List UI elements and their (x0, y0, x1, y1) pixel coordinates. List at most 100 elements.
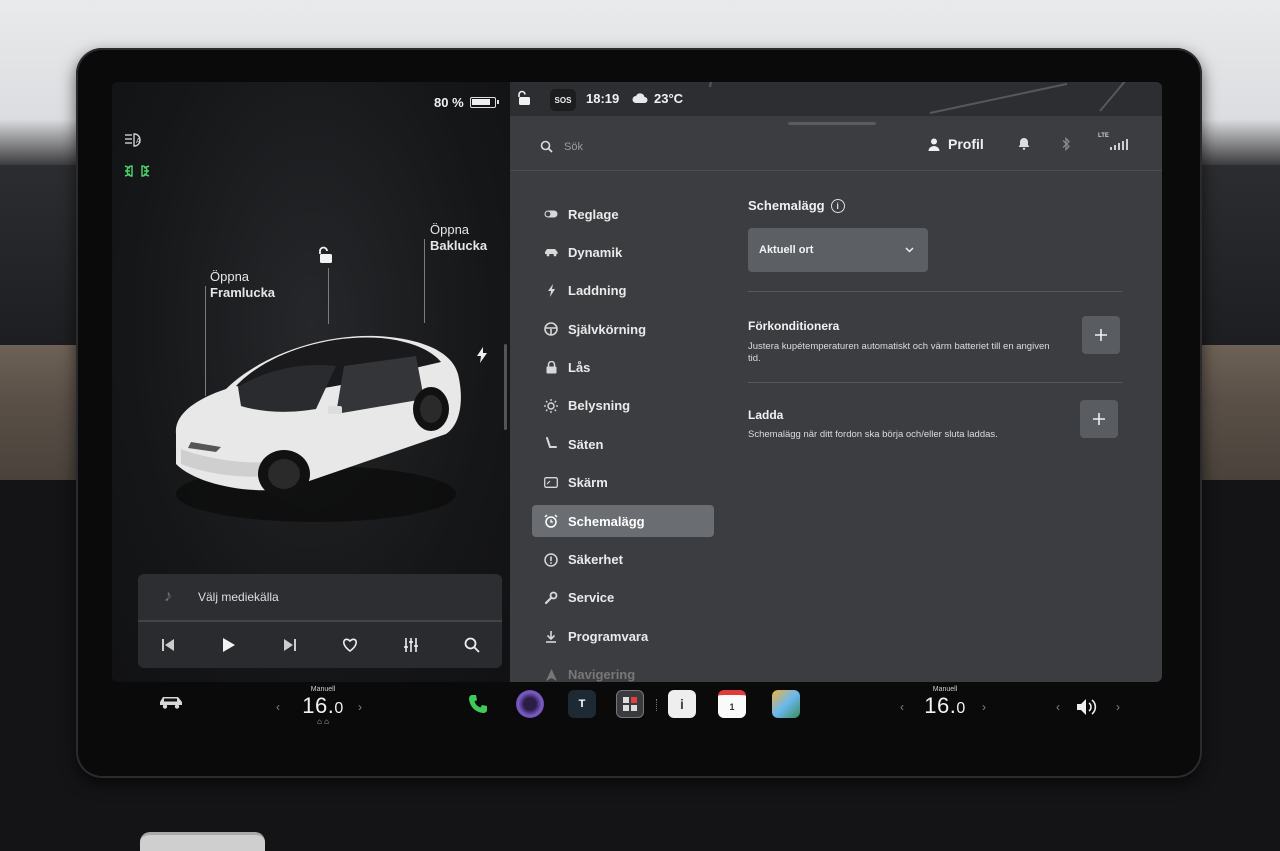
dock-separator (656, 699, 658, 711)
steering-wheel-icon (542, 322, 560, 336)
music-note-icon: ♪ (164, 588, 172, 605)
outside-temperature: 23°C (654, 91, 684, 106)
header-divider (510, 170, 1162, 171)
sos-button[interactable]: SOS (550, 89, 576, 111)
status-bar: SOS 18:19 23°C (510, 82, 1162, 116)
add-precondition-button[interactable] (1082, 316, 1120, 354)
settings-panel: SOS 18:19 23°C Profil LTE (510, 82, 1162, 682)
nav-item-reglage[interactable]: Reglage (532, 198, 714, 230)
rear-trunk-label[interactable]: Öppna Baklucka (430, 222, 487, 254)
previous-track-icon[interactable] (153, 630, 183, 660)
bottom-dock: Manuell 16.0 ⌂ ⌂ ‹ › T i 1 Manuell 16.0 … (112, 682, 1162, 736)
plus-icon (1093, 413, 1105, 425)
volume-down-button[interactable]: ‹ (1056, 700, 1060, 714)
bell-icon[interactable] (1018, 137, 1030, 155)
search-input[interactable] (564, 137, 764, 157)
wrench-icon (542, 591, 560, 605)
favorite-heart-icon[interactable] (335, 630, 365, 660)
air-vent (140, 832, 265, 851)
person-icon (928, 138, 940, 151)
lock-status-icon[interactable] (518, 90, 532, 109)
cellular-signal-icon: LTE (1098, 133, 1128, 150)
nav-item-skarm[interactable]: Skärm (532, 467, 714, 499)
parking-lights-icon[interactable] (124, 164, 150, 180)
profile-label: Profil (948, 136, 984, 152)
passenger-temp-decimal: 0 (956, 700, 966, 717)
settings-nav: Reglage Dynamik Laddning Självkörning Lå… (532, 198, 714, 682)
calendar-icon[interactable]: 1 (718, 690, 746, 718)
nav-item-dynamik[interactable]: Dynamik (532, 236, 714, 268)
car-icon (542, 247, 560, 257)
lock-icon (542, 361, 560, 374)
volume-up-button[interactable]: › (1116, 700, 1120, 714)
nav-item-sakerhet[interactable]: Säkerhet (532, 544, 714, 576)
map-road (929, 82, 1068, 114)
info-icon[interactable]: i (830, 198, 845, 213)
location-select[interactable]: Aktuell ort (748, 228, 928, 272)
alarm-clock-icon (542, 514, 560, 528)
nav-item-saten[interactable]: Säten (532, 428, 714, 460)
svg-text:A: A (136, 138, 141, 145)
navigation-icon (542, 668, 560, 681)
passenger-climate-mode: Manuell (932, 686, 958, 693)
media-search-icon[interactable] (457, 630, 487, 660)
precondition-description: Justera kupétemperaturen automatiskt och… (748, 341, 1050, 364)
search-icon[interactable] (540, 140, 553, 158)
sun-icon (542, 398, 560, 413)
nav-item-sjalvkorning[interactable]: Självkörning (532, 313, 714, 345)
precondition-title: Förkonditionera (748, 319, 840, 333)
controls-app-icon[interactable] (616, 690, 644, 718)
seat-heater-icon[interactable]: ⌂ ⌂ (298, 717, 348, 726)
charge-port-bolt-icon[interactable] (476, 347, 488, 368)
map-road (1099, 82, 1133, 112)
nav-item-laddning[interactable]: Laddning (532, 275, 714, 307)
nav-item-programvara[interactable]: Programvara (532, 620, 714, 652)
divider (748, 382, 1122, 383)
equalizer-icon[interactable] (396, 630, 426, 660)
camera-icon[interactable] (516, 690, 544, 718)
bolt-icon (542, 284, 560, 298)
battery-indicator: 80 % (434, 95, 499, 110)
plus-icon (1095, 329, 1107, 341)
driver-temperature[interactable]: Manuell 16.0 ⌂ ⌂ (298, 686, 348, 726)
play-icon[interactable] (214, 630, 244, 660)
nav-item-navigering[interactable]: Navigering (532, 659, 714, 682)
driver-temp-value: 16. (302, 693, 335, 718)
passenger-temp-value: 16. (924, 693, 957, 718)
profile-button[interactable]: Profil (928, 136, 984, 152)
photos-icon[interactable] (772, 690, 800, 718)
rear-trunk-leader-line (424, 239, 425, 323)
alert-icon (542, 552, 560, 567)
nav-item-las[interactable]: Lås (532, 352, 714, 384)
media-source-selector[interactable]: ♪ Välj mediekälla (138, 574, 502, 620)
add-charge-schedule-button[interactable] (1080, 400, 1118, 438)
volume-icon[interactable] (1076, 698, 1102, 721)
nav-item-schemalagg[interactable]: Schemalägg (532, 505, 714, 538)
charge-description: Schemalägg när ditt fordon ska börja och… (748, 429, 998, 440)
front-trunk-label[interactable]: Öppna Framlucka (210, 269, 275, 301)
toybox-icon[interactable]: T (568, 690, 596, 718)
bluetooth-icon[interactable] (1062, 136, 1071, 154)
network-type: LTE (1098, 133, 1109, 139)
unlock-icon[interactable] (317, 246, 335, 269)
phone-icon[interactable] (464, 690, 492, 718)
driver-climate-mode: Manuell (310, 686, 336, 693)
next-track-icon[interactable] (275, 630, 305, 660)
nav-item-belysning[interactable]: Belysning (532, 390, 714, 422)
download-icon (542, 630, 560, 643)
panel-resize-handle[interactable] (504, 344, 507, 430)
car-icon[interactable] (158, 694, 184, 715)
nav-item-service[interactable]: Service (532, 582, 714, 614)
battery-percent: 80 % (434, 95, 464, 110)
panel-drag-handle[interactable] (788, 122, 876, 125)
driver-temp-decimal: 0 (334, 700, 344, 717)
clock: 18:19 (586, 91, 620, 106)
seat-icon (542, 437, 560, 451)
passenger-temperature[interactable]: Manuell 16.0 (920, 686, 970, 719)
media-controls (138, 622, 502, 668)
schedule-content: Schemalägg i Aktuell ort Förkonditionera… (748, 198, 1124, 440)
toggle-icon (542, 210, 560, 218)
battery-icon (469, 97, 499, 108)
auto-headlights-icon[interactable]: A (124, 132, 148, 148)
manual-icon[interactable]: i (668, 690, 696, 718)
